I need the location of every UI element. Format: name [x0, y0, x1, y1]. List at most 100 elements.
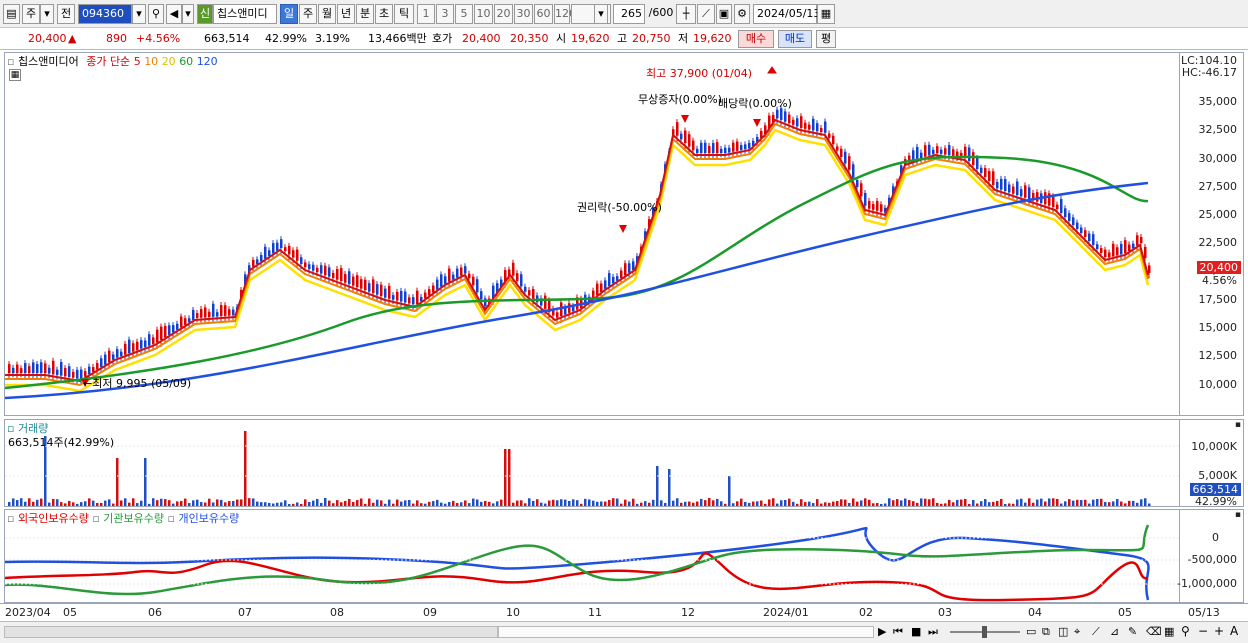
candle	[448, 268, 451, 282]
volume-bar	[92, 500, 95, 506]
speaker-icon[interactable]: ◀	[166, 4, 182, 24]
volume-bar	[572, 499, 575, 506]
candle	[260, 255, 263, 262]
volume-bar	[64, 503, 67, 506]
holdings-panel[interactable]: ▫ 외국인보유수량 ▫ 기관보유수량 ▫ 개인보유수량	[4, 509, 1181, 603]
volume-bar	[848, 503, 851, 506]
volume-bar	[576, 500, 579, 506]
buy-button[interactable]: 매수	[738, 30, 774, 48]
stop-icon[interactable]: ■	[911, 625, 921, 638]
evaluate-button[interactable]: 평	[816, 30, 836, 48]
interval-5[interactable]: 5	[455, 4, 473, 24]
volume-bar	[180, 500, 183, 506]
volume-tick-5000k: 5,000K	[1198, 469, 1237, 482]
scope-button[interactable]: 전	[57, 4, 75, 24]
period-minute[interactable]: 분	[356, 4, 374, 24]
sell-button[interactable]: 매도	[778, 30, 812, 48]
trend-tool-icon[interactable]: ⟋	[697, 4, 715, 24]
line-tool-icon[interactable]: ⟋	[1092, 625, 1100, 639]
speaker-dropdown-arrow-icon[interactable]: ▾	[182, 4, 194, 24]
volume-bar	[652, 499, 655, 506]
volume-bar	[1056, 498, 1059, 506]
volume-bar	[884, 503, 887, 506]
draw-icon[interactable]: ✎	[1128, 625, 1137, 638]
bar-count-input[interactable]: 265	[613, 4, 645, 24]
date-input[interactable]: 2024/05/13	[753, 4, 820, 24]
zoom-search-icon[interactable]: ⚲	[1181, 624, 1190, 638]
volume-bar	[264, 502, 267, 506]
period-daily[interactable]: 일	[280, 4, 298, 24]
interval-30[interactable]: 30	[514, 4, 533, 24]
price-panel[interactable]: ▫ 칩스앤미디어 종가 단순 5 10 20 60 120 ▦ 최고 37,90…	[4, 52, 1180, 416]
candle	[460, 267, 463, 276]
price-panel-title: ▫ 칩스앤미디어 종가 단순 5 10 20 60 120	[7, 55, 218, 68]
interval-10[interactable]: 10	[474, 4, 493, 24]
volume-bar	[360, 498, 363, 506]
stock-name-field[interactable]: 칩스앤미디	[213, 4, 277, 24]
table-toggle-icon[interactable]: ▦	[9, 69, 21, 81]
font-size-icon[interactable]: A	[1230, 624, 1238, 638]
chart-type-icon[interactable]: ┼	[676, 4, 696, 24]
interval-dropdown-arrow-icon[interactable]: ▾	[594, 4, 608, 24]
holdings-panel-close-icon[interactable]: ▪	[1235, 510, 1241, 520]
volume-bar	[184, 498, 187, 506]
interval-20[interactable]: 20	[494, 4, 513, 24]
window-menu-icon[interactable]: ▤	[3, 4, 20, 24]
volume-bar	[676, 498, 679, 506]
stock-code-input[interactable]: 094360	[78, 4, 132, 24]
volume-bar	[1052, 498, 1055, 506]
grid-icon[interactable]: ▦	[1164, 625, 1174, 638]
zoom-out-icon[interactable]: −	[1198, 624, 1208, 638]
code-dropdown-arrow-icon[interactable]: ▾	[132, 4, 146, 24]
period-weekly[interactable]: 주	[299, 4, 317, 24]
delete-icon[interactable]: ⌫	[1146, 625, 1162, 638]
fast-forward-icon[interactable]: ⏭	[928, 625, 938, 639]
candle	[188, 318, 191, 323]
interval-3[interactable]: 3	[436, 4, 454, 24]
volume-bar	[424, 503, 427, 506]
period-yearly[interactable]: 년	[337, 4, 355, 24]
market-type-select[interactable]: 주	[22, 4, 40, 24]
scrollbar-track[interactable]	[498, 626, 874, 638]
crosshair-icon[interactable]: ⌖	[1074, 625, 1080, 639]
search-icon[interactable]: ⚲	[148, 4, 164, 24]
layout-icon[interactable]: ▭	[1026, 625, 1036, 638]
volume-panel-close-icon[interactable]: ▪	[1235, 420, 1241, 430]
price-chart[interactable]	[5, 53, 1181, 417]
horizontal-scrollbar[interactable]	[4, 626, 498, 638]
volume-bar	[752, 501, 755, 506]
save-icon[interactable]: ▣	[716, 4, 732, 24]
rewind-icon[interactable]: ⏮	[893, 625, 903, 639]
interval-60[interactable]: 60	[534, 4, 553, 24]
volume-bar	[136, 503, 139, 506]
low-price: 19,620	[693, 32, 732, 45]
candle	[920, 152, 923, 158]
zoom-slider-handle[interactable]	[982, 626, 987, 638]
volume-bar	[664, 502, 667, 506]
candle	[92, 367, 95, 372]
volume-bar	[392, 503, 395, 506]
calendar-icon[interactable]: ▦	[817, 4, 835, 24]
gear-icon[interactable]: ⚙	[734, 4, 750, 24]
zoom-in-icon[interactable]: +	[1214, 624, 1224, 638]
candle	[1004, 179, 1007, 191]
volume-bar	[48, 502, 51, 506]
scroll-right-icon[interactable]: ▶	[878, 625, 886, 638]
candle	[180, 316, 183, 328]
candle	[412, 297, 415, 305]
volume-bar	[1004, 503, 1007, 506]
period-monthly[interactable]: 월	[318, 4, 336, 24]
period-tick[interactable]: 틱	[394, 4, 414, 24]
volume-panel[interactable]: ▫ 거래량 663,514주(42.99%)	[4, 419, 1181, 508]
overlay-icon[interactable]: ◫	[1058, 625, 1068, 638]
interval-120[interactable]: 120	[554, 4, 576, 24]
candle	[20, 368, 23, 373]
interval-1[interactable]: 1	[417, 4, 435, 24]
volume-bar	[60, 502, 63, 506]
period-second[interactable]: 초	[375, 4, 393, 24]
candle	[196, 313, 199, 318]
market-dropdown-arrow-icon[interactable]: ▾	[40, 4, 54, 24]
split-icon[interactable]: ⧉	[1042, 625, 1050, 639]
measure-icon[interactable]: ⊿	[1110, 625, 1119, 638]
volume-chart[interactable]	[5, 420, 1181, 508]
